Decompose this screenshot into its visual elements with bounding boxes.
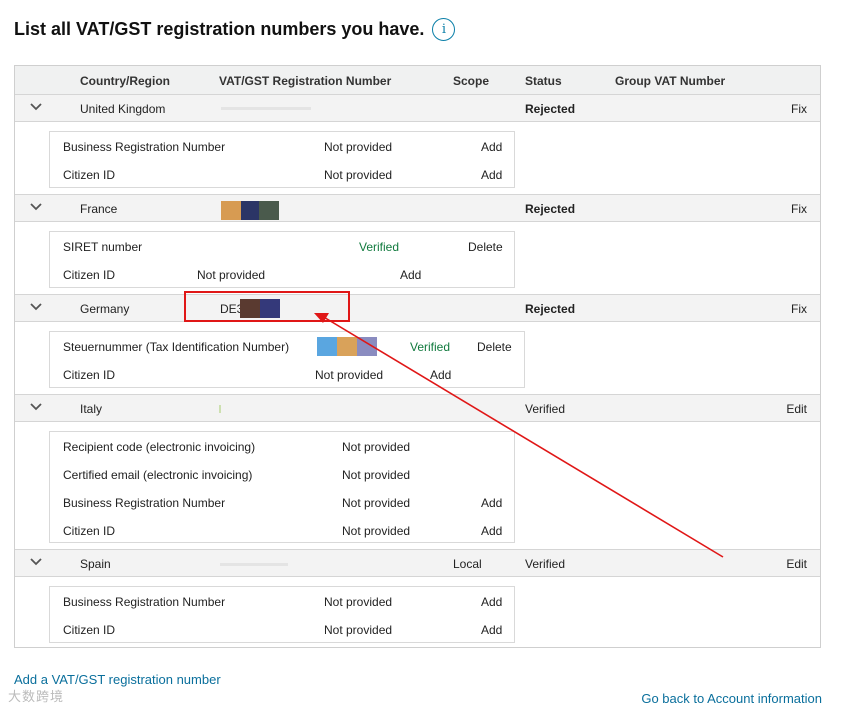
add-vat-registration-link[interactable]: Add a VAT/GST registration number	[14, 672, 221, 687]
annotation-arrow	[314, 313, 724, 558]
watermark: 大数跨境	[8, 689, 65, 704]
back-to-account-link[interactable]: Go back to Account information	[641, 691, 822, 706]
